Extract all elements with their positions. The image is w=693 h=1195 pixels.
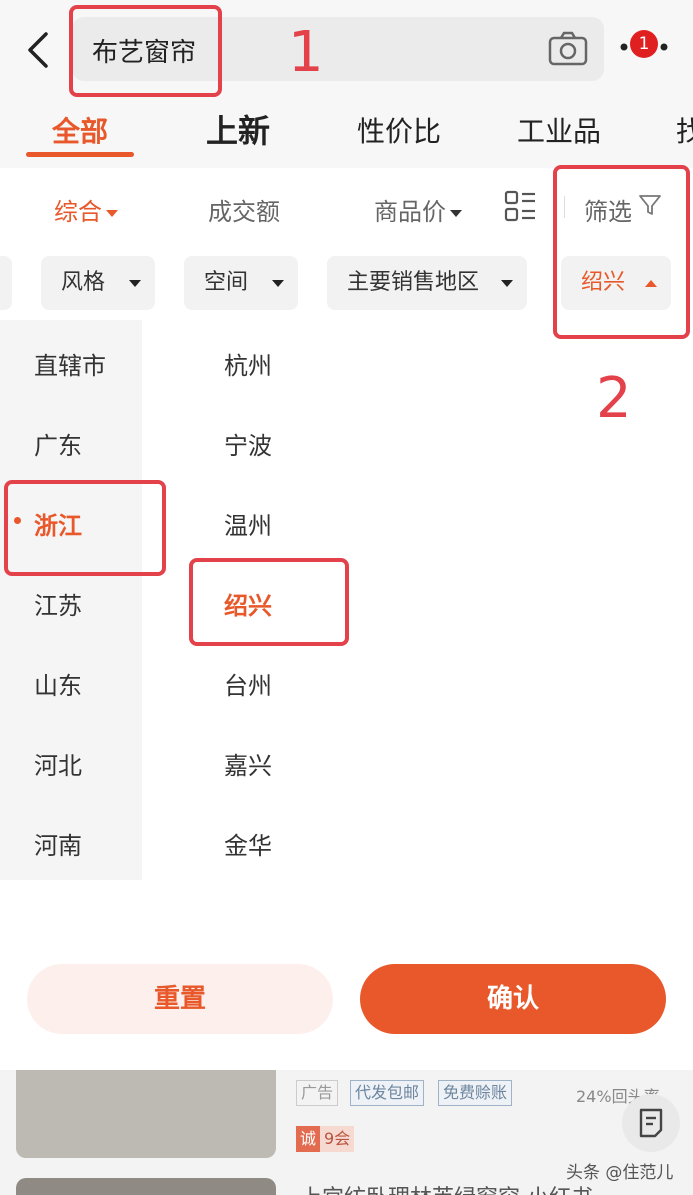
back-arrow-icon[interactable]	[20, 26, 56, 74]
sort-price[interactable]: 商品价	[374, 192, 462, 227]
province-item[interactable]: 河北	[34, 746, 82, 781]
product-title[interactable]: 上宫纺卧理林芙绿窗帘 小红书	[300, 1180, 593, 1195]
city-item[interactable]: 嘉兴	[224, 746, 272, 781]
product-tag: 代发包邮	[350, 1080, 425, 1106]
sort-sales-volume[interactable]: 成交额	[208, 192, 280, 227]
sort-comprehensive[interactable]: 综合	[54, 192, 118, 227]
watermark-text: 头条 @住范儿	[566, 1163, 674, 1183]
region-panel: 直辖市 广东 浙江 江苏 山东 河北 河南 杭州 宁波 温州 绍兴 台州 嘉兴 …	[0, 320, 693, 1070]
ad-tag: 广告	[296, 1080, 339, 1106]
chip-sales-region[interactable]: 主要销售地区	[327, 256, 527, 310]
province-item[interactable]: 直辖市	[34, 346, 106, 381]
province-item[interactable]: 山东	[34, 666, 82, 701]
tab-find[interactable]: 找	[676, 110, 693, 150]
chip-space[interactable]: 空间	[184, 256, 298, 310]
chip-style[interactable]: 风格	[41, 256, 155, 310]
product-image[interactable]	[16, 1070, 276, 1158]
city-item[interactable]: 宁波	[224, 426, 272, 461]
province-list: 直辖市 广东 浙江 江苏 山东 河北 河南	[0, 320, 142, 880]
province-item[interactable]: 广东	[34, 426, 82, 461]
active-tab-underline	[26, 152, 134, 157]
category-tabs: 全部 上新 性价比 工业品 找	[0, 100, 693, 160]
chip-partial[interactable]	[0, 256, 12, 310]
annotation-box-city	[189, 558, 349, 646]
integrity-badge: 诚 9会	[296, 1126, 355, 1152]
province-item[interactable]: 江苏	[34, 586, 82, 621]
confirm-button[interactable]: 确认	[360, 964, 666, 1034]
city-item[interactable]: 金华	[224, 826, 272, 861]
annotation-number-2: 2	[596, 366, 632, 431]
city-item[interactable]: 杭州	[224, 346, 272, 381]
tab-all[interactable]: 全部	[52, 110, 108, 150]
annotation-box-search	[69, 5, 222, 97]
annotation-number-1: 1	[288, 20, 324, 85]
note-icon	[639, 1108, 663, 1138]
tab-new[interactable]: 上新	[206, 106, 270, 152]
reset-button[interactable]: 重置	[27, 964, 333, 1034]
floating-note-button[interactable]	[622, 1094, 680, 1152]
camera-icon[interactable]	[548, 31, 588, 67]
tab-industrial[interactable]: 工业品	[517, 110, 601, 150]
annotation-box-filter	[553, 165, 690, 339]
annotation-box-province	[4, 480, 166, 576]
city-item[interactable]: 台州	[224, 666, 272, 701]
city-item[interactable]: 温州	[224, 506, 272, 541]
province-item[interactable]: 河南	[34, 826, 82, 861]
notification-badge: 1	[630, 30, 658, 58]
product-tag: 免费赊账	[438, 1080, 513, 1106]
product-list-dimmed: 广告 代发包邮 免费赊账 24%回头率 诚9会 上宫纺卧理林芙绿窗帘 小红书 头…	[0, 1070, 693, 1195]
product-image[interactable]	[16, 1178, 276, 1195]
grid-view-icon[interactable]	[504, 190, 536, 222]
tab-value[interactable]: 性价比	[357, 110, 441, 150]
